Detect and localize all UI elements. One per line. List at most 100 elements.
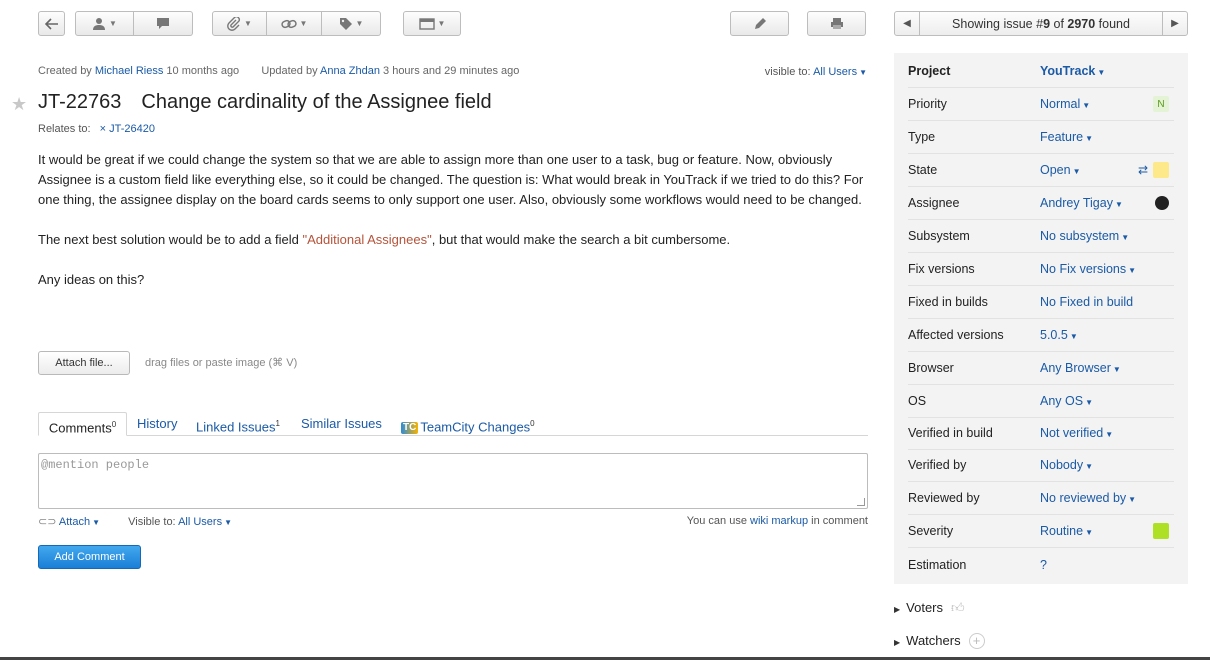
estimation-link[interactable]: ? — [1040, 558, 1174, 572]
issue-title: JT-22763 Change cardinality of the Assign… — [38, 91, 492, 114]
issue-visibility: visible to: All Users ▼ — [764, 66, 867, 78]
thumbs-up-icon[interactable]: 👍︎ — [951, 600, 965, 615]
state-badge — [1153, 162, 1169, 178]
relates-to: Relates to: × JT-26420 — [38, 123, 156, 135]
user-actions-group: ▼ — [75, 11, 193, 36]
type-dropdown[interactable]: Feature ▼ — [1040, 130, 1174, 144]
attach-file-button[interactable]: Attach file... — [38, 351, 130, 375]
tab-history[interactable]: History — [137, 412, 177, 436]
command-window-button[interactable]: ▼ — [403, 11, 461, 36]
attachment-button[interactable]: ▼ — [212, 11, 267, 36]
field-subsystem: Subsystem No subsystem ▼ — [908, 220, 1174, 253]
subsystem-dropdown[interactable]: No subsystem ▼ — [1040, 229, 1174, 243]
issue-tabs: Comments0 History Linked Issues1 Similar… — [38, 412, 868, 436]
creator-link[interactable]: Michael Riess — [95, 65, 163, 77]
comment-input[interactable]: @mention people — [38, 453, 868, 509]
issue-fields-panel: Project YouTrack ▼ Priority Normal ▼ N Type Fe… — [894, 53, 1188, 584]
voters-section[interactable]: ▶ Voters 👍︎ — [894, 600, 965, 616]
field-verified-in-build: Verified in build Not verified ▼ — [908, 417, 1174, 450]
field-priority: Priority Normal ▼ N — [908, 88, 1174, 121]
visibility-dropdown[interactable]: All Users ▼ — [813, 66, 867, 78]
project-dropdown[interactable]: YouTrack ▼ — [1040, 64, 1174, 78]
star-icon[interactable]: ★ — [11, 94, 27, 115]
wiki-markup-link[interactable]: wiki markup — [750, 515, 808, 527]
field-fix-versions: Fix versions No Fix versions ▼ — [908, 253, 1174, 286]
chevron-right-icon: ▶ — [1171, 18, 1179, 29]
field-state: State Open ▼ ⇄ — [908, 154, 1174, 187]
comment-button[interactable] — [134, 11, 193, 36]
reviewed-by-dropdown[interactable]: No reviewed by ▼ — [1040, 491, 1174, 505]
assign-user-button[interactable]: ▼ — [75, 11, 134, 36]
pencil-icon — [754, 17, 766, 29]
field-type: Type Feature ▼ — [908, 121, 1174, 154]
verified-by-dropdown[interactable]: Nobody ▼ — [1040, 458, 1174, 472]
os-dropdown[interactable]: Any OS ▼ — [1040, 394, 1174, 408]
tag-icon — [339, 17, 352, 30]
drag-hint: drag files or paste image (⌘ V) — [145, 357, 298, 369]
printer-icon — [830, 18, 843, 29]
comment-visibility-dropdown[interactable]: All Users ▼ — [178, 516, 232, 528]
issue-summary: Change cardinality of the Assignee field — [141, 91, 492, 113]
chevron-down-icon: ▼ — [299, 19, 308, 28]
tab-similar-issues[interactable]: Similar Issues — [301, 412, 382, 436]
state-transition-icon[interactable]: ⇄ — [1138, 163, 1148, 177]
chevron-left-icon: ◀ — [903, 18, 911, 29]
tab-comments[interactable]: Comments0 — [38, 412, 127, 436]
previous-issue-button[interactable]: ◀ — [895, 12, 920, 35]
field-affected-versions: Affected versions 5.0.5 ▼ — [908, 319, 1174, 352]
link-actions-group: ▼ ▼ ▼ — [212, 11, 381, 36]
paperclip-icon: ⊂⊃ — [38, 516, 57, 528]
next-issue-button[interactable]: ▶ — [1162, 12, 1187, 35]
print-button[interactable] — [807, 11, 866, 36]
field-estimation: Estimation? — [908, 548, 1174, 581]
field-verified-by: Verified by Nobody ▼ — [908, 449, 1174, 482]
window-icon — [418, 17, 435, 30]
tab-teamcity-changes[interactable]: TC TeamCity Changes0 — [401, 412, 535, 436]
add-comment-button[interactable]: Add Comment — [38, 545, 141, 569]
related-issue-link[interactable]: × JT-26420 — [100, 123, 155, 135]
field-assignee: Assignee Andrey Tigay ▼ — [908, 187, 1174, 220]
comment-options: ⊂⊃ Attach ▼ Visible to: All Users ▼ You ca… — [38, 515, 868, 528]
priority-badge: N — [1153, 96, 1169, 112]
verified-in-build-dropdown[interactable]: Not verified ▼ — [1040, 426, 1174, 440]
fixed-in-builds-link[interactable]: No Fixed in build — [1040, 295, 1174, 309]
comment-icon — [157, 18, 169, 29]
issue-description: It would be great if we could change the… — [38, 152, 864, 287]
updater-link[interactable]: Anna Zhdan — [320, 65, 380, 77]
comment-attach-dropdown[interactable]: ⊂⊃ Attach ▼ — [38, 516, 100, 528]
arrow-left-icon — [44, 17, 58, 30]
chevron-down-icon: ▼ — [437, 19, 446, 28]
assignee-dropdown[interactable]: Andrey Tigay ▼ — [1040, 196, 1174, 210]
browser-dropdown[interactable]: Any Browser ▼ — [1040, 361, 1174, 375]
watchers-section[interactable]: ▶ Watchers + — [894, 633, 985, 649]
link-icon — [280, 19, 297, 28]
field-fixed-in-builds: Fixed in builds No Fixed in build — [908, 286, 1174, 319]
avatar — [1155, 196, 1169, 210]
user-icon — [93, 18, 106, 30]
chevron-down-icon: ▼ — [109, 19, 117, 28]
teamcity-icon: TC — [401, 422, 419, 435]
severity-badge — [1153, 523, 1169, 539]
remove-icon[interactable]: × — [100, 123, 106, 135]
issue-id: JT-22763 — [38, 91, 122, 113]
resize-handle[interactable] — [857, 498, 865, 506]
tab-linked-issues[interactable]: Linked Issues1 — [196, 412, 280, 436]
pager-status: Showing issue #9 of 2970 found — [952, 16, 1130, 31]
add-watcher-icon[interactable]: + — [968, 633, 985, 649]
tag-button[interactable]: ▼ — [322, 11, 381, 36]
issue-meta: Created by Michael Riess 10 months ago U… — [38, 65, 520, 77]
fix-versions-dropdown[interactable]: No Fix versions ▼ — [1040, 262, 1174, 276]
back-button[interactable] — [38, 11, 65, 36]
expand-triangle-icon: ▶ — [894, 638, 901, 647]
issue-pager: ◀ Showing issue #9 of 2970 found ▶ — [894, 11, 1188, 36]
link-issue-button[interactable]: ▼ — [267, 11, 322, 36]
field-reviewed-by: Reviewed by No reviewed by ▼ — [908, 482, 1174, 515]
expand-triangle-icon: ▶ — [894, 605, 901, 614]
paperclip-icon — [227, 16, 241, 31]
field-browser: Browser Any Browser ▼ — [908, 352, 1174, 385]
edit-button[interactable] — [730, 11, 789, 36]
chevron-down-icon: ▼ — [355, 19, 364, 28]
field-severity: Severity Routine ▼ — [908, 515, 1174, 548]
field-project: Project YouTrack ▼ — [908, 55, 1174, 88]
affected-versions-dropdown[interactable]: 5.0.5 ▼ — [1040, 328, 1174, 342]
